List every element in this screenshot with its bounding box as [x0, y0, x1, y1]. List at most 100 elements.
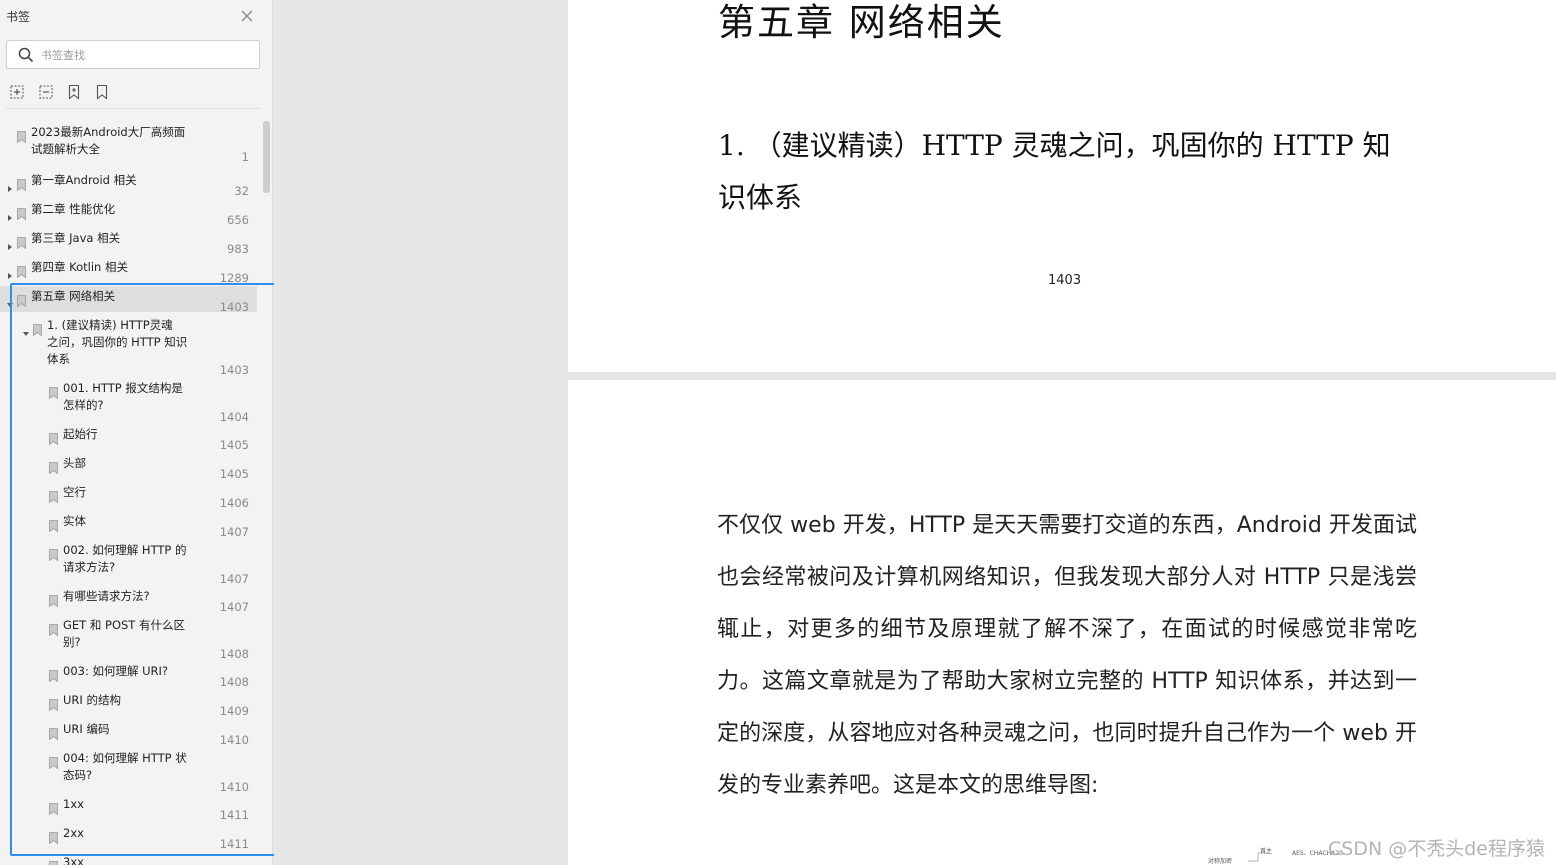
bookmark-page-number: 1407 [219, 525, 249, 539]
bookmark-label: 第一章Android 相关 [31, 173, 137, 187]
bookmark-icon [49, 488, 58, 504]
bookmark-icon [49, 696, 58, 712]
bookmark-icon[interactable] [93, 83, 111, 101]
bookmark-item[interactable]: 有哪些请求方法? 1407 [0, 586, 257, 614]
bookmark-icon [49, 384, 58, 400]
add-bookmark-icon[interactable] [65, 83, 83, 101]
chapter-title: 第五章 网络相关 [718, 1, 1005, 44]
bookmark-icon [17, 263, 26, 279]
bookmark-icon [17, 292, 26, 308]
bookmark-page-number: 1405 [219, 438, 249, 452]
bookmark-page-number: 1407 [219, 600, 249, 614]
page-number: 1403 [1048, 273, 1082, 288]
bookmark-label: 第二章 性能优化 [31, 202, 116, 216]
collapse-all-icon[interactable] [37, 83, 55, 101]
bookmark-icon [49, 800, 58, 816]
mindmap-label: 对称加密 [1208, 857, 1232, 865]
bookmark-item[interactable]: 第一章Android 相关 32 [0, 170, 257, 198]
bookmark-item[interactable]: 起始行 1405 [0, 424, 257, 452]
bookmark-item[interactable]: URI 编码 1410 [0, 719, 257, 747]
bookmark-label: 001. HTTP 报文结构是 怎样的? [63, 381, 183, 412]
bookmark-item[interactable]: GET 和 POST 有什么区 别? 1408 [0, 615, 257, 661]
bookmark-item[interactable]: 第二章 性能优化 656 [0, 199, 257, 227]
bookmark-label: URI 的结构 [63, 693, 121, 707]
bookmark-search-box[interactable] [6, 40, 260, 69]
bookmark-icon [49, 858, 58, 865]
bookmark-label: 有哪些请求方法? [63, 589, 150, 603]
bookmark-label: 002. 如何理解 HTTP 的 请求方法? [63, 543, 187, 574]
bookmark-page-number: 656 [227, 213, 249, 227]
bookmark-label: 第五章 网络相关 [31, 289, 116, 303]
divider [6, 108, 260, 109]
bookmark-icon [49, 829, 58, 845]
bookmark-item[interactable]: 1. (建议精读) HTTP灵魂 之问，巩固你的 HTTP 知识 体系 1403 [0, 315, 257, 377]
caret-right-icon[interactable] [6, 236, 14, 250]
body-paragraph: 不仅仅 web 开发，HTTP 是天天需要打交道的东西，Android 开发面试… [717, 513, 1417, 798]
document-viewer[interactable]: 第五章 网络相关 1. （建议精读）HTTP 灵魂之问，巩固你的 HTTP 知识… [274, 0, 1556, 865]
watermark: CSDN @不秃头de程序猿 [1328, 838, 1545, 860]
caret-down-icon[interactable] [22, 323, 30, 336]
bookmark-page-number: 1 [241, 150, 249, 164]
bookmark-icon [49, 725, 58, 741]
caret-right-icon[interactable] [6, 207, 14, 221]
bookmark-item[interactable]: 头部 1405 [0, 453, 257, 481]
bookmark-label: 第四章 Kotlin 相关 [31, 260, 129, 274]
bookmark-label: 空行 [63, 485, 86, 499]
bookmark-label: 第三章 Java 相关 [31, 231, 121, 245]
bookmark-page-number: 1405 [219, 467, 249, 481]
bookmark-item[interactable]: 004: 如何理解 HTTP 状 态码? 1410 [0, 748, 257, 794]
mindmap-label: 首主 [1260, 847, 1272, 855]
bookmark-page-number: 1404 [219, 410, 249, 424]
bookmark-item[interactable]: 3xx1411 [0, 852, 257, 865]
bookmark-label: 2xx [63, 826, 84, 840]
bookmark-icon [33, 321, 42, 337]
bookmark-item[interactable]: URI 的结构 1409 [0, 690, 257, 718]
bookmark-panel-header: 书签 [0, 0, 272, 32]
bookmark-page-number: 1408 [219, 647, 249, 661]
bookmark-icon [49, 621, 58, 637]
bookmark-label: URI 编码 [63, 722, 110, 736]
bookmark-icon [49, 592, 58, 608]
bookmark-item[interactable]: 第三章 Java 相关 983 [0, 228, 257, 256]
bookmark-item[interactable]: 001. HTTP 报文结构是 怎样的? 1404 [0, 378, 257, 424]
bookmark-icon [49, 517, 58, 533]
bookmark-label: 004: 如何理解 HTTP 状 态码? [63, 751, 187, 782]
bookmark-label: 2023最新Android大厂高频面 试题解析大全 [31, 125, 186, 156]
bookmark-item[interactable]: 002. 如何理解 HTTP 的 请求方法? 1407 [0, 540, 257, 586]
bookmark-page-number: 983 [227, 242, 249, 256]
bookmark-icon [49, 459, 58, 475]
search-icon [18, 47, 34, 63]
pdf-page: 第五章 网络相关 1. （建议精读）HTTP 灵魂之问，巩固你的 HTTP 知识… [568, 0, 1556, 372]
bookmark-icon [17, 205, 26, 221]
bookmark-item[interactable]: 1xx 1411 [0, 794, 257, 822]
bookmark-page-number: 1403 [219, 363, 249, 377]
bookmark-page-number: 1289 [219, 271, 249, 285]
bookmark-item[interactable]: 实体 1407 [0, 511, 257, 539]
bookmark-search-input[interactable] [41, 46, 251, 64]
bookmark-item[interactable]: 空行 1406 [0, 482, 257, 510]
close-icon[interactable] [240, 8, 254, 22]
bookmark-icon [49, 430, 58, 446]
bookmark-item[interactable]: 2023最新Android大厂高频面 试题解析大全 1 [0, 122, 257, 164]
bookmark-page-number: 1406 [219, 496, 249, 510]
bookmark-page-number: 1403 [219, 300, 249, 314]
expand-all-icon[interactable] [8, 83, 26, 101]
bookmark-icon [49, 546, 58, 562]
bookmark-item[interactable]: 2xx 1411 [0, 823, 257, 851]
sidebar-scrollbar[interactable] [263, 121, 270, 193]
bookmark-label: 1. (建议精读) HTTP灵魂 之问，巩固你的 HTTP 知识 体系 [47, 318, 188, 366]
bookmark-page-number: 1410 [219, 733, 249, 747]
bookmark-page-number: 1410 [219, 780, 249, 794]
bookmark-item[interactable]: 003: 如何理解 URI? 1408 [0, 661, 257, 689]
bookmark-icon [17, 128, 26, 144]
caret-down-icon[interactable] [6, 294, 14, 307]
bookmark-icon [17, 234, 26, 250]
bookmark-tree: 2023最新Android大厂高频面 试题解析大全 1 第一章Android 相关 3… [0, 117, 260, 865]
bookmark-item[interactable]: 第五章 网络相关 1403 [0, 286, 257, 314]
bookmark-label: 3xx [63, 855, 84, 865]
caret-right-icon[interactable] [6, 265, 14, 279]
bookmark-label: 1xx [63, 797, 84, 811]
bookmark-icon [17, 176, 26, 192]
caret-right-icon[interactable] [6, 178, 14, 192]
bookmark-item[interactable]: 第四章 Kotlin 相关 1289 [0, 257, 257, 285]
